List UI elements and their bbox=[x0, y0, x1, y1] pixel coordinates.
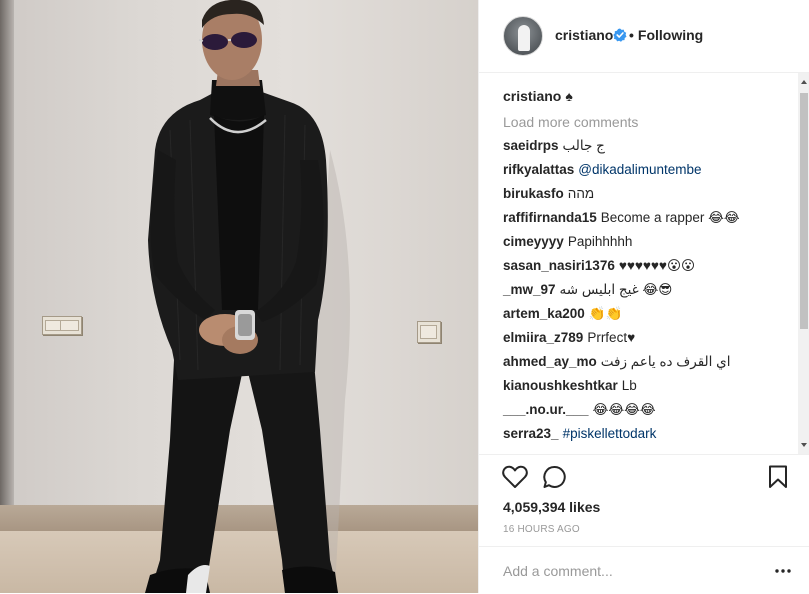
comment-row: raffifirnanda15 Become a rapper 😂😂 bbox=[503, 210, 740, 226]
scroll-up-arrow-icon[interactable] bbox=[801, 80, 807, 84]
person-figure bbox=[145, 0, 350, 593]
comment-row: saeidrps ج جالب bbox=[503, 138, 605, 154]
comment-hashtag-link[interactable]: #piskellettodark bbox=[563, 426, 657, 441]
comment-row: ___.no.ur.___ 😂😂😂😂 bbox=[503, 402, 656, 418]
comment-username[interactable]: artem_ka200 bbox=[503, 306, 585, 321]
comment-row: ahmed_ay_mo اي القرف ده ياعم زفت bbox=[503, 354, 730, 370]
post-photo[interactable] bbox=[0, 0, 478, 593]
comment-row: cimeyyyy Papihhhhh bbox=[503, 234, 632, 249]
avatar[interactable] bbox=[503, 16, 543, 56]
header-username[interactable]: cristiano bbox=[555, 27, 613, 43]
comment-row: serra23_ #piskellettodark bbox=[503, 426, 656, 441]
action-bar bbox=[479, 454, 809, 455]
comment-row: rifkyalattas @dikadalimuntembe bbox=[503, 162, 702, 177]
comment-username[interactable]: raffifirnanda15 bbox=[503, 210, 597, 225]
add-comment-input[interactable] bbox=[503, 563, 763, 579]
comment-text: Prrfect♥ bbox=[587, 330, 636, 345]
comment-text: اي القرف ده ياعم زفت bbox=[600, 354, 731, 369]
comment-text: מהה bbox=[567, 186, 595, 201]
caption-text: ♠ bbox=[565, 88, 573, 104]
comment-row: sasan_nasiri1376 ♥♥♥♥♥♥😮😮 bbox=[503, 258, 695, 274]
comment-text: Lb bbox=[621, 378, 637, 393]
comment-username[interactable]: sasan_nasiri1376 bbox=[503, 258, 615, 273]
comment-username[interactable]: birukasfo bbox=[503, 186, 564, 201]
more-options-icon[interactable] bbox=[775, 569, 791, 573]
following-button[interactable]: • Following bbox=[629, 27, 703, 43]
comment-username[interactable]: cimeyyyy bbox=[503, 234, 564, 249]
comment-bubble-icon[interactable] bbox=[542, 465, 568, 489]
comment-text: 👏👏 bbox=[588, 306, 623, 321]
comment-username[interactable]: ahmed_ay_mo bbox=[503, 354, 597, 369]
comment-text: ج جالب bbox=[562, 138, 605, 153]
comment-mention-link[interactable]: @dikadalimuntembe bbox=[578, 162, 701, 177]
comment-row: kianoushkeshtkar Lb bbox=[503, 378, 637, 393]
comment-username[interactable]: _mw_97 bbox=[503, 282, 556, 297]
verified-badge-icon bbox=[613, 28, 627, 42]
comment-username[interactable]: rifkyalattas bbox=[503, 162, 574, 177]
comment-text: 😂😂😂😂 bbox=[592, 402, 656, 417]
likes-count[interactable]: 4,059,394 likes bbox=[503, 499, 600, 515]
comments-list[interactable]: cristiano ♠ Load more comments saeidrps ج … bbox=[479, 73, 809, 454]
post-details-panel: cristiano • Following cristiano ♠ Load mor… bbox=[478, 0, 809, 593]
scroll-down-arrow-icon[interactable] bbox=[801, 443, 807, 447]
comment-text: غیج ابلیس شه 😂😎 bbox=[559, 282, 673, 297]
comment-username[interactable]: ___.no.ur.___ bbox=[503, 402, 589, 417]
comments-scrollbar[interactable] bbox=[798, 73, 809, 454]
comment-username[interactable]: kianoushkeshtkar bbox=[503, 378, 618, 393]
comment-row: artem_ka200 👏👏 bbox=[503, 306, 622, 322]
comment-text: Become a rapper 😂😂 bbox=[600, 210, 740, 225]
comment-username[interactable]: saeidrps bbox=[503, 138, 559, 153]
heart-icon[interactable] bbox=[502, 465, 528, 489]
caption-username[interactable]: cristiano bbox=[503, 88, 561, 104]
separator-dot: • bbox=[629, 27, 634, 43]
comment-text: ♥♥♥♥♥♥😮😮 bbox=[618, 258, 696, 273]
scrollbar-thumb[interactable] bbox=[800, 93, 808, 329]
following-label: Following bbox=[637, 27, 704, 43]
post-timestamp[interactable]: 16 HOURS AGO bbox=[503, 524, 580, 535]
load-more-comments-link[interactable]: Load more comments bbox=[503, 114, 638, 130]
comment-text: Papihhhhh bbox=[567, 234, 633, 249]
post-header: cristiano • Following bbox=[479, 0, 809, 73]
comment-username[interactable]: serra23_ bbox=[503, 426, 559, 441]
post-caption: cristiano ♠ bbox=[503, 88, 573, 104]
bookmark-icon[interactable] bbox=[768, 465, 788, 489]
comment-username[interactable]: elmiira_z789 bbox=[503, 330, 583, 345]
comment-row: elmiira_z789 Prrfect♥ bbox=[503, 330, 635, 345]
add-comment-bar bbox=[479, 546, 809, 594]
comment-row: _mw_97 غیج ابلیس شه 😂😎 bbox=[503, 282, 672, 298]
comment-row: birukasfo מהה bbox=[503, 186, 594, 201]
